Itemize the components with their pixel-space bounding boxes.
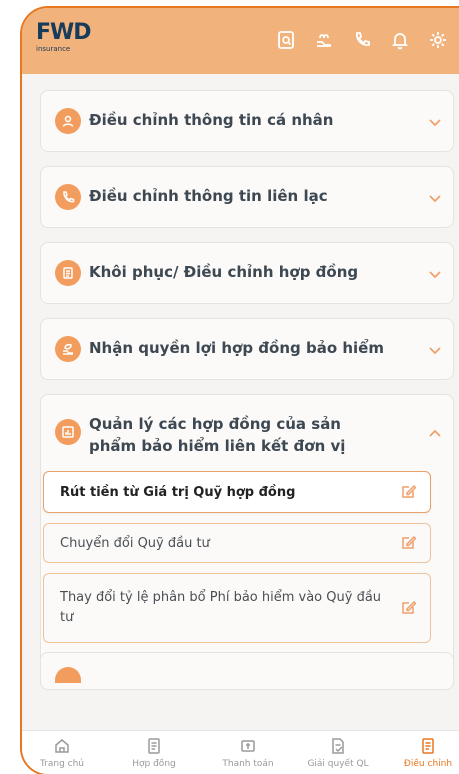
bell-icon[interactable] (390, 30, 410, 50)
option-label: Rút tiền từ Giá trị Quỹ hợp đồng (60, 484, 296, 500)
phone-frame: FWD insurance Điều chỉnh thông tin cá nh… (20, 6, 459, 774)
chart-icon (55, 419, 81, 445)
claim-icon (329, 737, 347, 755)
chevron-down-icon[interactable] (427, 267, 443, 281)
chevron-up-icon[interactable] (427, 425, 443, 439)
card-icon-partial (55, 667, 81, 683)
adjust-icon (419, 737, 437, 755)
card-title: Điều chỉnh thông tin liên lạc (89, 187, 328, 205)
tab-label: Hợp đồng (132, 759, 176, 769)
chevron-down-icon[interactable] (427, 191, 443, 205)
payment-icon (239, 737, 257, 755)
option-label: Thay đổi tỷ lệ phân bổ Phí bảo hiểm vào … (60, 590, 382, 625)
gear-icon[interactable] (428, 30, 448, 50)
contract-icon (145, 737, 163, 755)
home-icon (53, 737, 71, 755)
chevron-down-icon[interactable] (427, 115, 443, 129)
tab-claims[interactable]: Giải quyết QL (298, 737, 378, 769)
edit-icon[interactable] (400, 535, 417, 551)
phone-icon (55, 184, 81, 210)
user-icon (55, 108, 81, 134)
tab-contracts[interactable]: Hợp đồng (114, 737, 194, 769)
edit-icon[interactable] (400, 600, 417, 616)
gift-hand-icon[interactable] (314, 30, 334, 50)
option-change-premium-allocation[interactable]: Thay đổi tỷ lệ phân bổ Phí bảo hiểm vào … (43, 573, 431, 643)
card-unit-linked-contracts[interactable]: Quản lý các hợp đồng của sản phẩm bảo hi… (40, 394, 454, 690)
tab-adjustments[interactable]: Điều chỉnh (388, 737, 459, 769)
card-receive-benefits[interactable]: Nhận quyền lợi hợp đồng bảo hiểm (40, 318, 454, 380)
bottom-tab-bar: Trang chủ Hợp đồng Thanh toán Giải quyết… (22, 730, 459, 774)
card-restore-contract[interactable]: Khôi phục/ Điều chỉnh hợp đồng (40, 242, 454, 304)
service-list: Điều chỉnh thông tin cá nhân Điều chỉnh … (22, 74, 459, 730)
option-switch-fund[interactable]: Chuyển đổi Quỹ đầu tư (43, 523, 431, 563)
card-title: Nhận quyền lợi hợp đồng bảo hiểm (89, 339, 384, 357)
tab-home[interactable]: Trang chủ (22, 737, 102, 769)
card-title: Khôi phục/ Điều chỉnh hợp đồng (89, 263, 359, 281)
sub-option-list: Rút tiền từ Giá trị Quỹ hợp đồng Chuyển … (43, 471, 451, 653)
option-withdraw-fund-value[interactable]: Rút tiền từ Giá trị Quỹ hợp đồng (43, 471, 431, 513)
edit-icon[interactable] (400, 484, 417, 500)
card-title: Điều chỉnh thông tin cá nhân (89, 111, 334, 129)
tab-label: Giải quyết QL (307, 759, 369, 769)
tab-label: Thanh toán (222, 759, 274, 769)
header-actions (276, 30, 448, 50)
tab-label: Trang chủ (39, 759, 85, 769)
option-label: Chuyển đổi Quỹ đầu tư (60, 535, 210, 551)
fwd-logo[interactable]: FWD insurance (36, 22, 106, 58)
clipboard-icon (55, 260, 81, 286)
phone-icon[interactable] (352, 30, 372, 50)
card-personal-info[interactable]: Điều chỉnh thông tin cá nhân (40, 90, 454, 152)
leaf-hand-icon (55, 336, 81, 362)
logo-text: FWD (36, 20, 92, 45)
card-title: Quản lý các hợp đồng của sản phẩm bảo hi… (89, 415, 346, 455)
document-search-icon[interactable] (276, 30, 296, 50)
tab-payments[interactable]: Thanh toán (208, 737, 288, 769)
chevron-down-icon[interactable] (427, 343, 443, 357)
card-contact-info[interactable]: Điều chỉnh thông tin liên lạc (40, 166, 454, 228)
card-partial-next[interactable] (40, 652, 454, 683)
logo-subtext: insurance (36, 45, 71, 53)
tab-label: Điều chỉnh (403, 759, 453, 769)
app-header: FWD insurance (22, 8, 459, 74)
